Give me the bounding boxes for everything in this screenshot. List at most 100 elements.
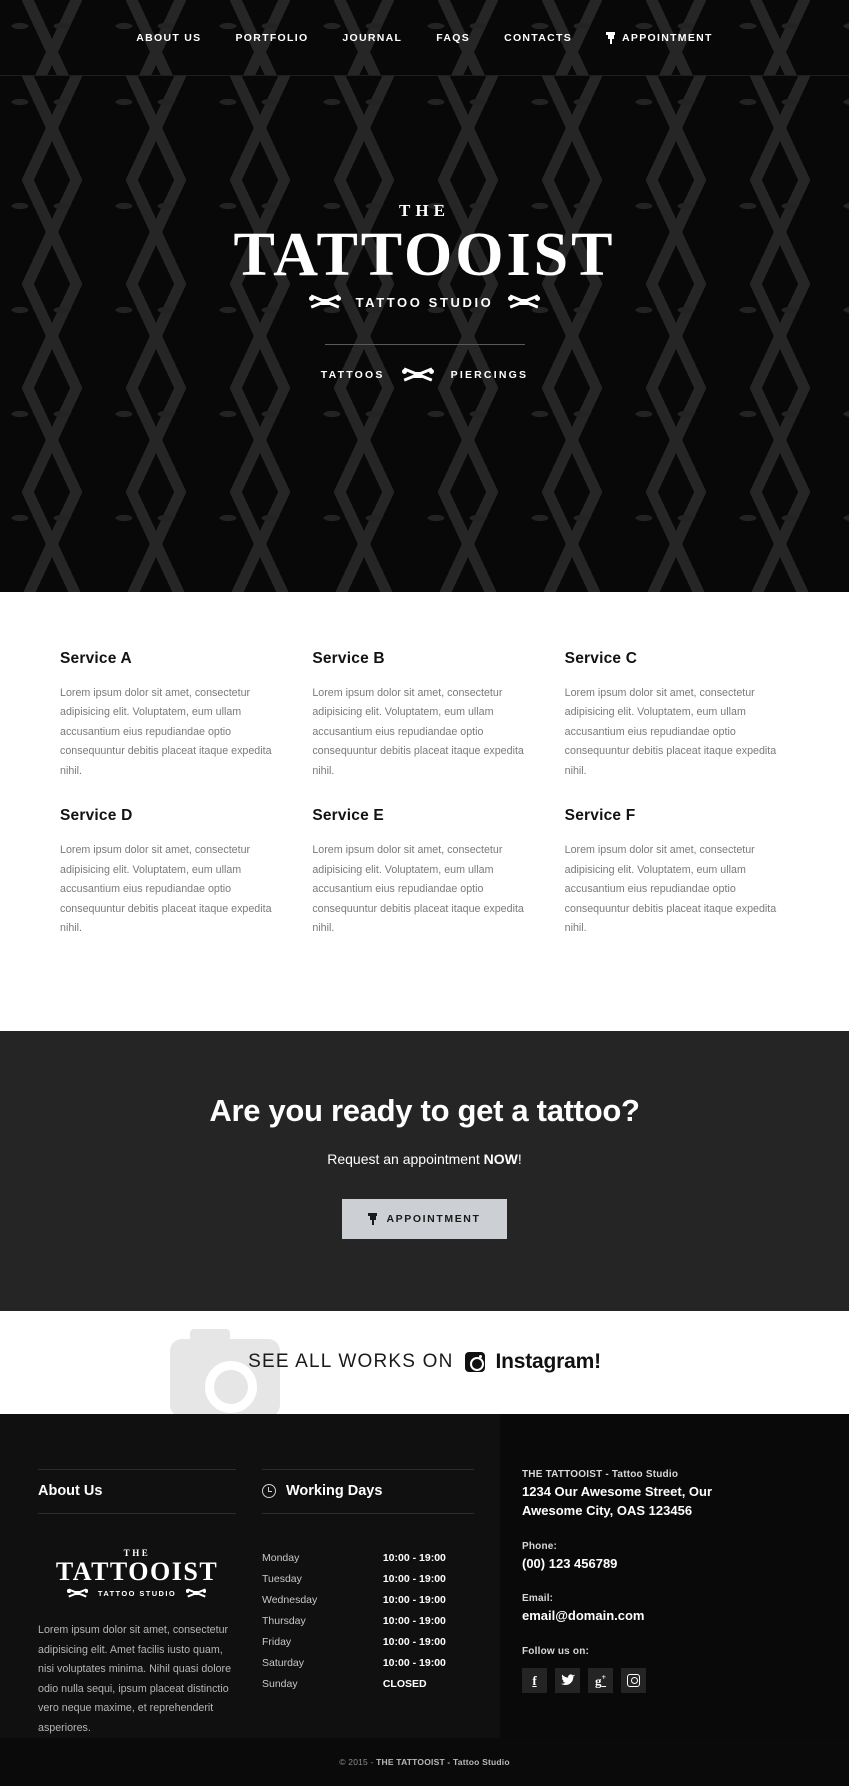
- contact-address-line2: Awesome City, OAS 123456: [522, 1503, 693, 1519]
- footer-about-heading: About Us: [38, 1482, 103, 1499]
- table-row: Wednesday 10:00 - 19:00: [262, 1590, 474, 1611]
- table-row: Saturday 10:00 - 19:00: [262, 1653, 474, 1674]
- footer-logo-subtitle-row: TATTOO STUDIO: [38, 1588, 236, 1599]
- instagram-link[interactable]: Instagram!: [495, 1350, 602, 1374]
- service-card: Service E Lorem ipsum dolor sit amet, co…: [312, 807, 536, 964]
- footer-about-heading-wrap: About Us: [38, 1468, 236, 1514]
- hero-logo-subtitle-row: TATTOO STUDIO: [308, 294, 542, 310]
- nav-item-about-us[interactable]: ABOUT US: [119, 32, 218, 44]
- cta-title: Are you ready to get a tattoo?: [209, 1092, 640, 1128]
- crossed-tattoo-machines-icon: [308, 294, 342, 310]
- follow-us-label: Follow us on:: [522, 1645, 590, 1657]
- footer-about-text: Lorem ipsum dolor sit amet, consectetur …: [38, 1624, 232, 1734]
- footer-logo-subtitle: TATTOO STUDIO: [97, 1589, 177, 1599]
- appointment-button-label: APPOINTMENT: [386, 1212, 481, 1225]
- footer-hours-heading: Working Days: [286, 1482, 383, 1499]
- clock-icon: [262, 1483, 276, 1498]
- copyright-prefix: © 2015 -: [339, 1757, 377, 1768]
- service-description: Lorem ipsum dolor sit amet, consectetur …: [312, 844, 524, 935]
- nav-item-portfolio[interactable]: PORTFOLIO: [218, 32, 325, 44]
- service-description: Lorem ipsum dolor sit amet, consectetur …: [60, 687, 272, 777]
- instagram-icon: [464, 1352, 485, 1373]
- service-title: Service D: [60, 807, 133, 825]
- site-header: ABOUT US PORTFOLIO JOURNAL FAQS CONTACTS…: [0, 0, 849, 76]
- service-card: Service C Lorem ipsum dolor sit amet, co…: [565, 650, 789, 807]
- footer-column-working-days: Working Days Monday 10:00 - 19:00 Tuesda…: [262, 1414, 500, 1738]
- cta-section: Are you ready to get a tattoo? Request a…: [0, 1030, 849, 1311]
- twitter-icon[interactable]: [555, 1667, 580, 1693]
- crossed-tattoo-machines-icon: [67, 1588, 89, 1599]
- hero-logo-the: THE: [399, 201, 450, 220]
- crossed-tattoo-machines-icon: [185, 1588, 207, 1599]
- cta-subtitle-suffix: !: [517, 1150, 522, 1167]
- nav-item-label: ABOUT US: [136, 32, 202, 44]
- nav-item-appointment[interactable]: APPOINTMENT: [589, 32, 730, 44]
- hero-banner: THE TATTOOIST TATTOO STUDIO TATTOOS PIER…: [0, 76, 849, 592]
- site-footer: About Us THE TATTOOIST TATTOO STUDIO Lor…: [0, 1413, 849, 1739]
- footer-logo: THE TATTOOIST TATTOO STUDIO: [38, 1548, 236, 1600]
- footer-column-contact: THE TATTOOIST - Tattoo Studio 1234 Our A…: [500, 1413, 849, 1739]
- contact-phone-block: Phone: (00) 123 456789: [522, 1541, 823, 1574]
- service-title: Service C: [564, 650, 638, 667]
- contact-address: 1234 Our Awesome Street, Our Awesome City…: [522, 1482, 823, 1521]
- nav-item-journal[interactable]: JOURNAL: [325, 32, 419, 44]
- appointment-button[interactable]: APPOINTMENT: [342, 1198, 507, 1239]
- working-hours: CLOSED: [382, 1678, 427, 1691]
- table-row: Sunday CLOSED: [262, 1674, 474, 1695]
- table-row: Friday 10:00 - 19:00: [262, 1632, 474, 1653]
- google-plus-icon[interactable]: g+: [588, 1667, 613, 1693]
- cta-subtitle-strong: NOW: [483, 1150, 518, 1167]
- contact-social-block: Follow us on: f g+: [522, 1646, 823, 1693]
- copyright-strong: THE TATTOOIST - Tattoo Studio: [376, 1757, 510, 1768]
- pin-icon: [368, 1212, 378, 1225]
- main-navigation: ABOUT US PORTFOLIO JOURNAL FAQS CONTACTS…: [0, 0, 849, 75]
- working-hours: 10:00 - 19:00: [382, 1657, 446, 1670]
- working-day: Monday: [262, 1552, 300, 1565]
- nav-item-faqs[interactable]: FAQS: [419, 32, 487, 44]
- service-card: Service F Lorem ipsum dolor sit amet, co…: [565, 807, 789, 964]
- nav-item-contacts[interactable]: CONTACTS: [487, 32, 589, 44]
- service-title: Service A: [60, 650, 132, 667]
- working-hours: 10:00 - 19:00: [382, 1615, 446, 1628]
- table-row: Monday 10:00 - 19:00: [262, 1548, 474, 1569]
- service-title: Service F: [564, 807, 636, 825]
- instagram-section: SEE ALL WORKS ON Instagram!: [0, 1310, 849, 1414]
- facebook-glyph: f: [532, 1672, 537, 1688]
- hero-tag-tattoos: TATTOOS: [320, 369, 385, 382]
- service-description: Lorem ipsum dolor sit amet, consectetur …: [312, 687, 524, 777]
- working-day: Tuesday: [262, 1573, 302, 1586]
- nav-item-label: PORTFOLIO: [235, 32, 309, 44]
- social-links: f g+: [522, 1667, 823, 1693]
- hero-tag-piercings: PIERCINGS: [450, 369, 529, 382]
- service-card: Service D Lorem ipsum dolor sit amet, co…: [60, 807, 284, 964]
- service-title: Service B: [312, 650, 385, 667]
- working-day: Saturday: [262, 1657, 305, 1670]
- nav-item-label: CONTACTS: [504, 32, 573, 44]
- cta-subtitle: Request an appointment NOW!: [0, 1151, 849, 1167]
- services-grid: Service A Lorem ipsum dolor sit amet, co…: [60, 650, 789, 965]
- service-description: Lorem ipsum dolor sit amet, consectetur …: [564, 844, 777, 935]
- instagram-suffix: !: [594, 1350, 601, 1374]
- services-section: Service A Lorem ipsum dolor sit amet, co…: [0, 592, 849, 1031]
- instagram-name: Instagram: [495, 1350, 595, 1374]
- service-card: Service A Lorem ipsum dolor sit amet, co…: [60, 650, 284, 807]
- instagram-icon[interactable]: [621, 1667, 646, 1693]
- working-hours: 10:00 - 19:00: [382, 1552, 446, 1565]
- service-description: Lorem ipsum dolor sit amet, consectetur …: [564, 687, 777, 777]
- contact-phone-value: (00) 123 456789: [522, 1555, 618, 1571]
- contact-company: THE TATTOOIST - Tattoo Studio: [522, 1468, 679, 1480]
- instagram-prefix-text: SEE ALL WORKS ON: [248, 1351, 454, 1373]
- nav-item-label: FAQS: [436, 32, 471, 44]
- working-day: Thursday: [262, 1615, 306, 1628]
- instagram-glyph: [627, 1673, 640, 1687]
- facebook-icon[interactable]: f: [522, 1667, 547, 1693]
- service-card: Service B Lorem ipsum dolor sit amet, co…: [312, 650, 536, 807]
- footer-column-about: About Us THE TATTOOIST TATTOO STUDIO Lor…: [0, 1414, 262, 1738]
- contact-email-block: Email: email@domain.com: [522, 1593, 823, 1626]
- copyright-bar: © 2015 - THE TATTOOIST - Tattoo Studio: [0, 1738, 849, 1786]
- working-day: Friday: [262, 1636, 292, 1649]
- hero-divider: [324, 344, 525, 346]
- hero-logo-subtitle: TATTOO STUDIO: [355, 294, 494, 310]
- hero-logo-title: TATTOOIST: [233, 221, 616, 289]
- contact-phone-label: Phone:: [522, 1540, 558, 1552]
